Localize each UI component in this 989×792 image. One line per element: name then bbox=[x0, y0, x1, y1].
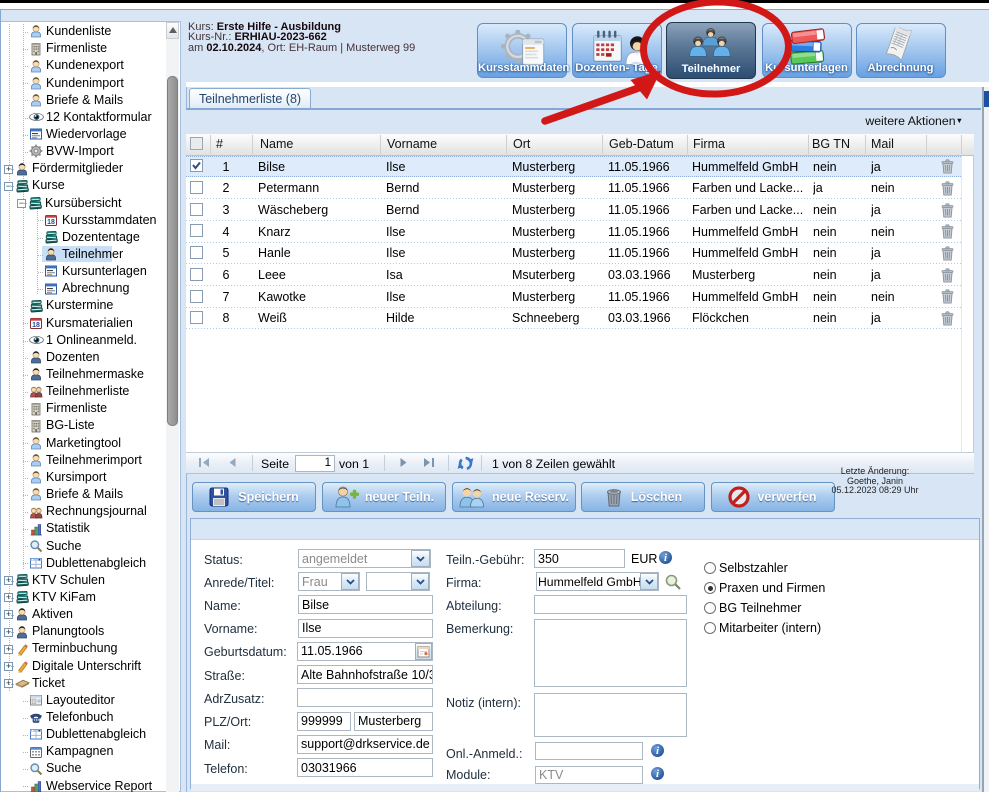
svg-text:18: 18 bbox=[47, 219, 55, 226]
svg-text:18: 18 bbox=[32, 322, 40, 329]
